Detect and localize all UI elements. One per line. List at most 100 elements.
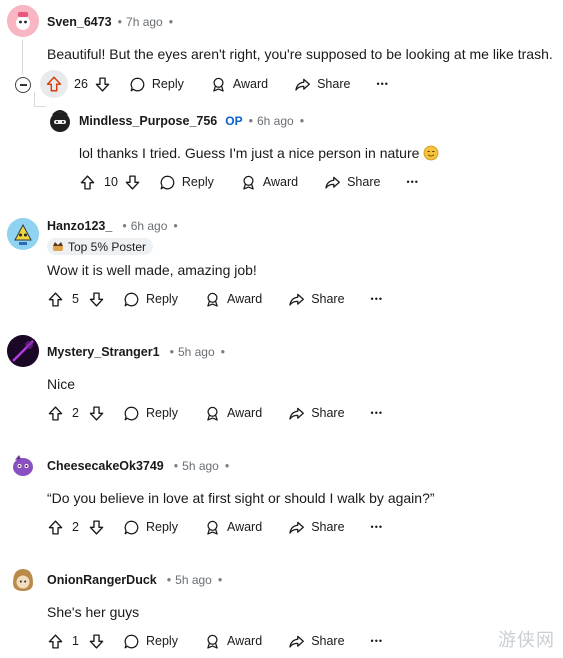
upvote-button[interactable]	[40, 70, 68, 98]
timestamp[interactable]: 6h ago	[131, 219, 168, 233]
meta-separator: •	[166, 573, 172, 587]
mindless-avatar-icon[interactable]	[44, 105, 76, 137]
reply-label: Reply	[181, 175, 214, 189]
upvote-arrow-icon[interactable]	[47, 519, 64, 536]
more-options-button[interactable]: •••	[376, 79, 388, 89]
award-icon	[204, 519, 221, 536]
comment-actions: 2 Reply Award Share •••	[47, 514, 383, 540]
sven-avatar-icon[interactable]	[7, 5, 39, 37]
award-label: Award	[232, 77, 269, 91]
meta-separator: •	[173, 219, 178, 233]
reply-label: Reply	[146, 406, 178, 420]
op-badge: OP	[225, 114, 243, 128]
vote-group: 1	[47, 633, 105, 650]
upvote-arrow-icon[interactable]	[47, 291, 64, 308]
share-button[interactable]: Share	[288, 633, 345, 650]
comment-bubble-icon	[123, 291, 140, 308]
upvote-arrow-icon[interactable]	[47, 405, 64, 422]
reply-button[interactable]: Reply	[123, 519, 178, 536]
downvote-arrow-icon[interactable]	[88, 519, 105, 536]
comment-body: lol thanks I tried. Guess I'm just a nic…	[79, 145, 439, 161]
timestamp[interactable]: 7h ago	[126, 15, 163, 29]
author-name[interactable]: CheesecakeOk3749	[47, 459, 164, 473]
reply-button[interactable]: Reply	[123, 633, 178, 650]
downvote-arrow-icon[interactable]	[88, 633, 105, 650]
comment-meta: OnionRangerDuck • 5h ago •	[47, 573, 226, 587]
more-options-button[interactable]: •••	[371, 636, 383, 646]
vote-group: 5	[47, 291, 105, 308]
hanzo-avatar-icon[interactable]	[7, 218, 39, 250]
downvote-arrow-icon[interactable]	[124, 174, 141, 191]
meta-separator: •	[122, 219, 127, 233]
meta-separator: •	[173, 459, 179, 473]
timestamp[interactable]: 5h ago	[175, 573, 212, 587]
reply-button[interactable]: Reply	[159, 174, 214, 191]
share-icon	[288, 633, 305, 650]
more-options-button[interactable]: •••	[371, 294, 383, 304]
mystery-avatar-icon[interactable]	[7, 335, 39, 367]
comment-bubble-icon	[123, 519, 140, 536]
meta-separator: •	[168, 15, 174, 29]
comment-meta: Hanzo123_ • 6h ago •	[47, 219, 182, 233]
award-button[interactable]: Award	[204, 291, 262, 308]
meta-separator: •	[224, 459, 230, 473]
award-button[interactable]: Award	[204, 405, 262, 422]
author-name[interactable]: Sven_6473	[47, 15, 112, 29]
more-options-button[interactable]: •••	[371, 408, 383, 418]
vote-group: 10	[79, 174, 141, 191]
meta-separator: •	[217, 573, 223, 587]
award-label: Award	[226, 634, 263, 648]
onion-avatar-icon[interactable]	[7, 563, 39, 595]
comment-bubble-icon	[159, 174, 176, 191]
author-name[interactable]: Mystery_Stranger1	[47, 345, 160, 359]
downvote-arrow-icon[interactable]	[88, 405, 105, 422]
more-options-button[interactable]: •••	[371, 522, 383, 532]
share-button[interactable]: Share	[288, 405, 345, 422]
more-options-icon: •••	[370, 522, 383, 532]
reply-button[interactable]: Reply	[129, 76, 184, 93]
timestamp[interactable]: 5h ago	[178, 345, 215, 359]
upvote-arrow-icon[interactable]	[47, 633, 64, 650]
comment-meta: Mindless_Purpose_756 OP • 6h ago •	[79, 114, 308, 128]
timestamp[interactable]: 5h ago	[182, 459, 219, 473]
comment-actions: 26 Reply Award Share •••	[40, 70, 389, 98]
reply-label: Reply	[146, 292, 178, 306]
upvote-arrow-icon	[45, 75, 63, 93]
share-button[interactable]: Share	[288, 291, 345, 308]
reply-button[interactable]: Reply	[123, 405, 178, 422]
award-button[interactable]: Award	[204, 519, 262, 536]
award-button[interactable]: Award	[210, 76, 268, 93]
author-name[interactable]: OnionRangerDuck	[47, 573, 157, 587]
timestamp[interactable]: 6h ago	[257, 114, 294, 128]
share-button[interactable]: Share	[324, 174, 380, 191]
site-watermark: 游侠网	[498, 630, 555, 650]
more-options-icon: •••	[370, 294, 383, 304]
cheesecake-avatar-icon[interactable]	[7, 449, 39, 481]
author-name[interactable]: Hanzo123_	[47, 219, 112, 233]
author-name[interactable]: Mindless_Purpose_756	[79, 114, 217, 128]
comment-actions: 1 Reply Award Share •••	[47, 628, 383, 654]
award-label: Award	[226, 406, 263, 420]
downvote-arrow-icon[interactable]	[94, 76, 111, 93]
more-options-icon: •••	[376, 79, 389, 89]
reply-label: Reply	[151, 77, 184, 91]
comment-text: lol thanks I tried. Guess I'm just a nic…	[79, 145, 420, 161]
reply-button[interactable]: Reply	[123, 291, 178, 308]
downvote-arrow-icon[interactable]	[88, 291, 105, 308]
share-button[interactable]: Share	[294, 76, 350, 93]
thread-line	[22, 40, 23, 74]
award-button[interactable]: Award	[204, 633, 262, 650]
collapse-thread-button[interactable]	[15, 77, 31, 93]
upvote-arrow-icon[interactable]	[79, 174, 96, 191]
share-label: Share	[347, 175, 381, 189]
thread-line	[34, 106, 46, 107]
share-label: Share	[311, 292, 345, 306]
comment-meta: CheesecakeOk3749 • 5h ago •	[47, 459, 233, 473]
meta-separator: •	[117, 15, 123, 29]
share-button[interactable]: Share	[288, 519, 345, 536]
more-options-button[interactable]: •••	[406, 177, 418, 187]
vote-group: 26	[40, 70, 111, 98]
crown-face-icon	[53, 242, 63, 251]
award-button[interactable]: Award	[240, 174, 298, 191]
more-options-icon: •••	[406, 177, 419, 187]
